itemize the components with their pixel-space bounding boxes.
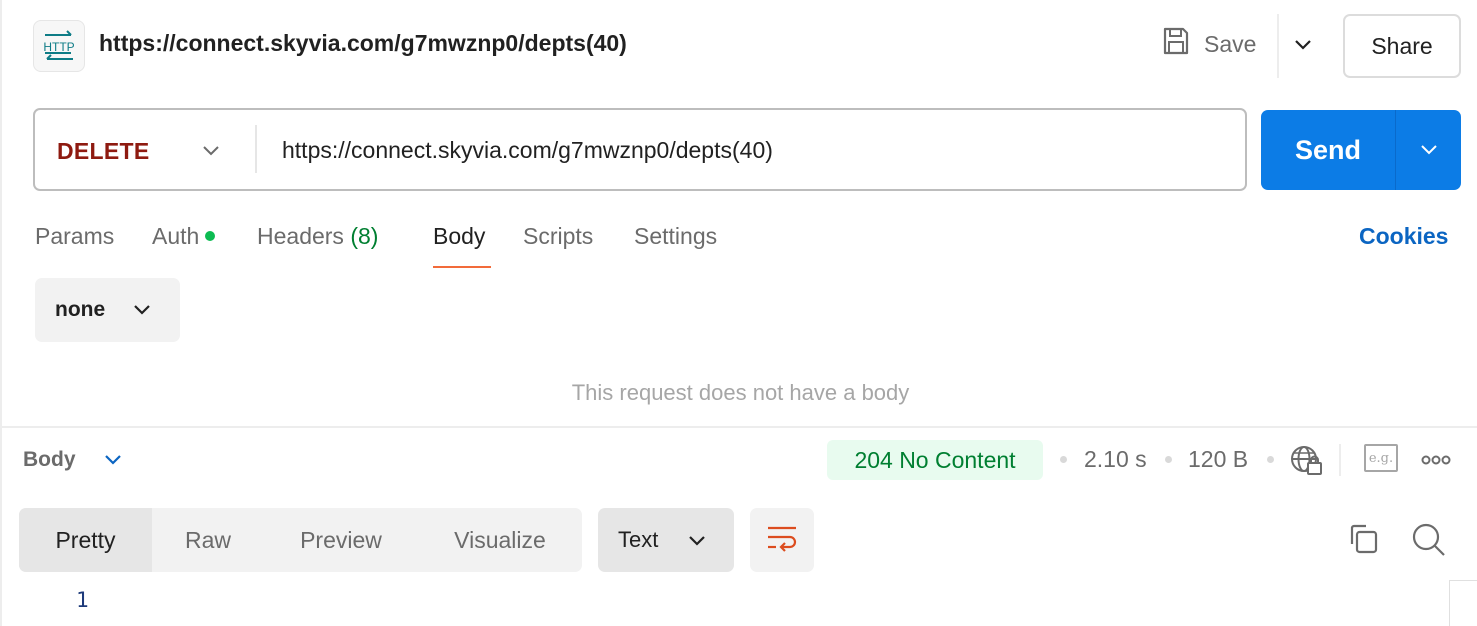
response-section-label[interactable]: Body xyxy=(23,448,76,472)
share-button[interactable]: Share xyxy=(1343,14,1461,78)
divider xyxy=(255,125,257,173)
line-number: 1 xyxy=(76,588,89,612)
auth-status-dot-icon xyxy=(205,230,216,241)
response-section-chevron-down-icon[interactable] xyxy=(102,449,124,471)
save-button[interactable]: Save xyxy=(1162,26,1256,62)
tab-label: Headers xyxy=(257,223,344,249)
more-options-icon[interactable] xyxy=(1420,448,1452,472)
body-type-select[interactable]: none xyxy=(35,278,180,342)
svg-text:HTTP: HTTP xyxy=(43,40,74,54)
tab-body[interactable]: Body xyxy=(433,223,485,250)
send-button[interactable]: Send xyxy=(1261,110,1395,190)
pane-divider[interactable] xyxy=(2,426,1477,428)
tab-params[interactable]: Params xyxy=(35,223,114,250)
send-options-chevron-down-icon[interactable] xyxy=(1396,110,1461,190)
tab-label: Scripts xyxy=(523,223,594,249)
send-button-group: Send xyxy=(1261,110,1461,190)
body-type-value: none xyxy=(55,298,106,321)
tab-label: Params xyxy=(35,223,115,249)
save-icon xyxy=(1162,26,1190,62)
save-options-chevron-down-icon[interactable] xyxy=(1290,32,1316,58)
separator-dot xyxy=(1060,456,1067,463)
save-label: Save xyxy=(1204,30,1257,57)
view-tab-pretty[interactable]: Pretty xyxy=(19,508,152,572)
view-tab-visualize[interactable]: Visualize xyxy=(418,508,582,572)
tab-settings[interactable]: Settings xyxy=(634,223,717,250)
response-size[interactable]: 120 B xyxy=(1188,446,1248,473)
cookies-link[interactable]: Cookies xyxy=(1359,223,1448,250)
url-input[interactable] xyxy=(270,120,1230,180)
chevron-down-icon xyxy=(133,298,151,322)
empty-body-message: This request does not have a body xyxy=(571,380,910,405)
separator-dot xyxy=(1267,456,1274,463)
tab-label: Auth xyxy=(152,223,200,249)
tab-scripts[interactable]: Scripts xyxy=(523,223,593,250)
tab-auth[interactable]: Auth xyxy=(152,223,216,250)
divider xyxy=(1339,444,1341,476)
method-select[interactable]: DELETE xyxy=(57,138,150,165)
example-icon: e.g. xyxy=(1368,450,1394,466)
wrap-lines-icon xyxy=(766,524,798,557)
copy-icon[interactable] xyxy=(1348,522,1380,556)
save-as-example-button[interactable]: e.g. xyxy=(1364,444,1398,472)
tab-headers[interactable]: Headers (8) xyxy=(257,223,378,250)
view-tab-preview[interactable]: Preview xyxy=(264,508,418,572)
tab-label: Settings xyxy=(634,223,718,249)
separator-dot xyxy=(1165,456,1172,463)
headers-count: (8) xyxy=(350,223,379,249)
response-view-tabs: Pretty Raw Preview Visualize xyxy=(19,508,582,572)
wrap-lines-button[interactable] xyxy=(750,508,814,572)
format-value: Text xyxy=(618,527,659,552)
search-icon[interactable] xyxy=(1411,522,1447,558)
request-title[interactable]: https://connect.skyvia.com/g7mwznp0/dept… xyxy=(99,30,627,57)
method-chevron-down-icon[interactable] xyxy=(198,138,224,164)
divider xyxy=(1277,14,1279,78)
status-badge[interactable]: 204 No Content xyxy=(827,440,1043,480)
view-tab-raw[interactable]: Raw xyxy=(152,508,264,572)
response-format-select[interactable]: Text xyxy=(598,508,734,572)
scrollbar[interactable] xyxy=(1449,580,1477,626)
network-secure-globe-lock-icon[interactable] xyxy=(1289,444,1325,476)
chevron-down-icon xyxy=(688,527,706,553)
tab-label: Body xyxy=(433,223,486,249)
http-request-icon: HTTP xyxy=(33,20,85,72)
active-tab-indicator xyxy=(433,266,491,268)
response-time[interactable]: 2.10 s xyxy=(1084,446,1147,473)
